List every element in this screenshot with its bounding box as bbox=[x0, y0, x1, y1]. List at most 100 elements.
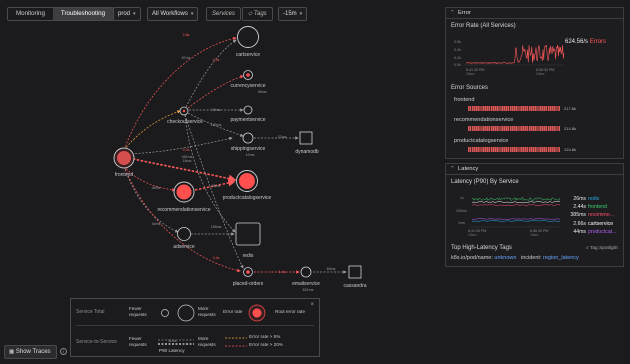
edge-checkout-redis[interactable] bbox=[184, 114, 236, 233]
chevron-down-icon: ▾ bbox=[133, 11, 136, 17]
legend-error-gt5: Error rate > 5% bbox=[249, 334, 281, 339]
node-emailservice[interactable] bbox=[300, 266, 312, 278]
legend-error-gt20: Error rate > 20% bbox=[249, 342, 283, 347]
error-rate-series bbox=[465, 44, 565, 65]
latency-chart[interactable]: 1s 100ms 1ms 6:41:30 PM 6:56:30 PM 10sec… bbox=[452, 191, 562, 239]
traces-icon: ▦ bbox=[9, 349, 15, 355]
workflow-value: All Workflows bbox=[152, 11, 188, 17]
error-source-name[interactable]: recommendationservice bbox=[454, 117, 513, 123]
error-source-value: 217.6k bbox=[564, 106, 577, 111]
edge-frontend-recommendation[interactable] bbox=[123, 165, 176, 192]
environment-select[interactable]: prod ▾ bbox=[113, 7, 141, 21]
error-rate-value: 624.56/s Errors bbox=[565, 39, 606, 45]
tag-key: incident: bbox=[521, 255, 542, 261]
edge-label: 2.6s bbox=[213, 58, 220, 62]
edge-label: 150ms bbox=[211, 123, 222, 127]
tags-label: Tags bbox=[253, 11, 267, 17]
tab-troubleshooting[interactable]: Troubleshooting bbox=[52, 8, 114, 20]
close-icon[interactable]: × bbox=[310, 302, 314, 308]
edge-label: 3.4s bbox=[213, 256, 220, 260]
legend-fewer-requests-2: Fewer requests bbox=[129, 336, 147, 347]
edge-frontend-cart[interactable] bbox=[123, 36, 237, 151]
error-source-bar bbox=[468, 147, 560, 152]
latency-series-recommendation bbox=[471, 204, 561, 206]
error-y-tick: 0.6k bbox=[454, 40, 461, 44]
node-shippingservice[interactable] bbox=[242, 132, 254, 144]
label-cassandra: cassandra bbox=[343, 283, 366, 289]
legend-fewer-requests: Fewer requests bbox=[129, 306, 147, 317]
edge-frontend-shipping[interactable] bbox=[127, 136, 233, 155]
error-panel-header[interactable]: ⌃ Error bbox=[446, 8, 623, 19]
latency-tag[interactable]: k8s.io/pod/name: unknown bbox=[451, 255, 516, 261]
tag-value: unknown bbox=[494, 255, 517, 261]
latency-service-name[interactable]: redis bbox=[588, 196, 599, 202]
error-x-sub: 10sec bbox=[466, 72, 475, 76]
edge-label: 48ms bbox=[152, 186, 161, 190]
latency-service-name[interactable]: frontend bbox=[588, 204, 607, 210]
legend-service-total: Service Total bbox=[76, 309, 105, 315]
service-map[interactable]: cartservice currencyservice paymentservi… bbox=[0, 20, 430, 302]
edge-checkout-currency[interactable] bbox=[187, 75, 244, 109]
tags-filter-button[interactable]: ⬦ Tags bbox=[242, 7, 273, 21]
error-header-label: Error bbox=[458, 10, 471, 16]
currency-error-dot bbox=[246, 73, 250, 77]
node-cartservice[interactable] bbox=[237, 26, 259, 48]
legend-error-circle bbox=[248, 304, 266, 322]
productcatalog-error-fill bbox=[239, 173, 255, 189]
label-redis: redis bbox=[243, 253, 254, 259]
error-sources-title: Error Sources bbox=[451, 85, 489, 91]
node-redis[interactable] bbox=[235, 222, 261, 246]
services-filter-button[interactable]: Services bbox=[206, 7, 242, 21]
latency-header-label: Latency bbox=[458, 166, 479, 172]
legend-error-lines bbox=[225, 337, 247, 347]
legend-more-requests: More requests bbox=[198, 306, 216, 317]
node-cassandra[interactable] bbox=[348, 265, 362, 279]
chevron-down-icon: ▾ bbox=[190, 11, 194, 17]
latency-tag[interactable]: incident: region_latency bbox=[521, 255, 579, 261]
view-toggle: Monitoring Troubleshooting bbox=[7, 7, 115, 21]
edge-label: 64ms bbox=[327, 267, 336, 271]
latency-y-tick: 1ms bbox=[458, 221, 465, 225]
chevron-down-icon: ▾ bbox=[299, 11, 303, 17]
error-source-name[interactable]: productcatalogservice bbox=[454, 138, 508, 144]
legend-error-rate: Error rate bbox=[223, 309, 243, 314]
edge-label: 2.8s bbox=[183, 33, 190, 37]
frontend-error-fill bbox=[117, 151, 131, 165]
node-dynamodb[interactable] bbox=[299, 131, 313, 145]
legend-latency-sample: 11ms bbox=[168, 339, 177, 343]
error-source-value: 124.6k bbox=[564, 147, 577, 152]
tab-monitoring[interactable]: Monitoring bbox=[8, 8, 53, 20]
time-range-select[interactable]: -15m ▾ bbox=[278, 7, 308, 21]
edge-label: 621ms bbox=[303, 288, 314, 292]
tag-value: region_latency bbox=[543, 255, 579, 261]
tag-spotlight-link[interactable]: ⌕ Tag Spotlight bbox=[586, 245, 618, 251]
collapse-icon: ⌃ bbox=[450, 166, 455, 172]
latency-service-name[interactable]: productcat... bbox=[588, 229, 617, 235]
node-adservice[interactable] bbox=[177, 227, 191, 241]
label-shippingservice: shippingservice bbox=[231, 146, 266, 152]
edge-label: 1.4s bbox=[279, 270, 286, 274]
edge-label: 16ms bbox=[183, 159, 192, 163]
info-icon[interactable]: i bbox=[60, 348, 67, 355]
legend-p90-latency: P90 Latency bbox=[159, 348, 185, 353]
latency-service-name[interactable]: recomme... bbox=[588, 212, 614, 218]
legend-divider bbox=[76, 325, 314, 326]
workflow-select[interactable]: All Workflows ▾ bbox=[147, 7, 199, 21]
error-y-tick: 0.4k bbox=[454, 48, 461, 52]
edge-checkout-cart[interactable] bbox=[185, 39, 237, 108]
tag-key: k8s.io/pod/name: bbox=[451, 255, 493, 261]
latency-service-name[interactable]: cartservice bbox=[588, 221, 613, 227]
latency-panel-header[interactable]: ⌃ Latency bbox=[446, 164, 623, 175]
edge-label: 10ms bbox=[246, 153, 255, 157]
tag-spotlight-label: Tag Spotlight bbox=[589, 246, 618, 251]
latency-y-tick: 100ms bbox=[456, 209, 467, 213]
label-cartservice: cartservice bbox=[236, 52, 260, 58]
label-recommendationservice: recommendationservice bbox=[157, 207, 210, 213]
edge-label: 44ms bbox=[152, 222, 161, 226]
error-source-name[interactable]: frontend bbox=[454, 97, 475, 103]
latency-x-sub: 10sec bbox=[468, 233, 477, 237]
map-legend: × Service Total Fewer requests More requ… bbox=[70, 298, 320, 357]
error-x-sub: 10sec bbox=[536, 72, 545, 76]
node-paymentservice[interactable] bbox=[243, 105, 253, 115]
show-traces-button[interactable]: ▦ Show Traces bbox=[4, 345, 57, 359]
